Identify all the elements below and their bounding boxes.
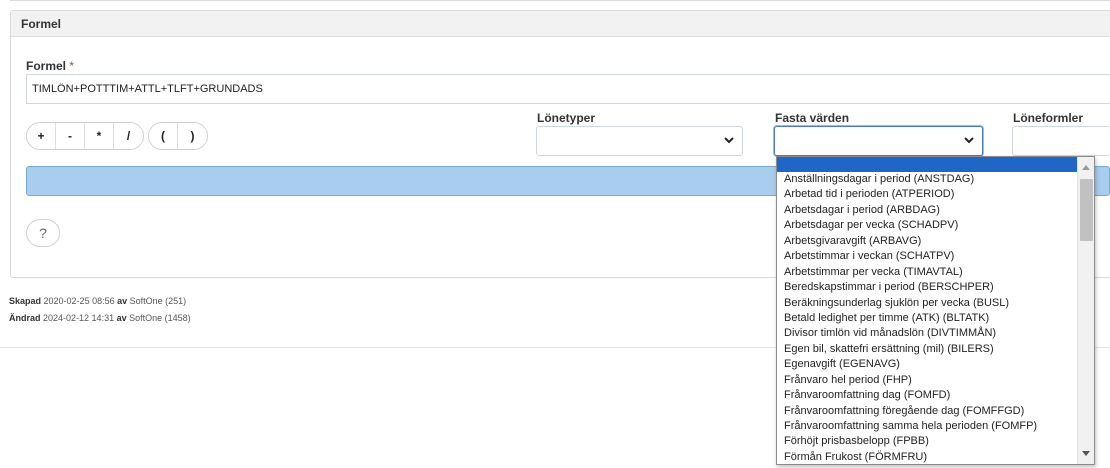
scroll-down-icon[interactable] bbox=[1082, 451, 1090, 456]
dropdown-scrollbar[interactable] bbox=[1077, 157, 1094, 464]
minus-button[interactable]: - bbox=[56, 123, 85, 149]
required-marker: * bbox=[69, 59, 75, 73]
dropdown-option[interactable]: Frånvaroomfattning föregående dag (FOMFF… bbox=[777, 404, 1077, 419]
dropdown-option[interactable]: Frånvaroomfattning dag (FOMFD) bbox=[777, 388, 1077, 403]
panel-title: Formel bbox=[11, 11, 1110, 37]
scroll-thumb[interactable] bbox=[1080, 179, 1093, 241]
formula-label: Formel * bbox=[26, 59, 75, 73]
dropdown-option[interactable]: Arbetstimmar i veckan (SCHATPV) bbox=[777, 249, 1077, 264]
scroll-up-icon[interactable] bbox=[1082, 165, 1090, 170]
plus-button[interactable]: + bbox=[27, 123, 56, 149]
dropdown-option[interactable]: Egen bil, skattefri ersättning (mil) (BI… bbox=[777, 342, 1077, 357]
dropdown-option[interactable]: Frånvaroomfattning samma hela perioden (… bbox=[777, 419, 1077, 434]
dropdown-option[interactable]: Frånvaro hel period (FHP) bbox=[777, 373, 1077, 388]
chevron-down-icon bbox=[964, 137, 974, 144]
divide-button[interactable]: / bbox=[114, 123, 143, 149]
dropdown-option[interactable]: Anställningsdagar i period (ANSTDAG) bbox=[777, 172, 1077, 187]
dropdown-option[interactable]: Arbetsgivaravgift (ARBAVG) bbox=[777, 234, 1077, 249]
fasta-varden-label: Fasta värden bbox=[775, 111, 850, 125]
dropdown-option[interactable]: Arbetsdagar i period (ARBDAG) bbox=[777, 203, 1077, 218]
dropdown-list: Anställningsdagar i period (ANSTDAG) Arbe… bbox=[777, 157, 1077, 464]
operator-group: + - * / bbox=[26, 122, 144, 150]
lonetyper-label: Lönetyper bbox=[537, 111, 596, 125]
lonetyper-select[interactable] bbox=[536, 126, 743, 156]
top-strip bbox=[0, 0, 1110, 8]
created-info: Skapad 2020-02-25 08:56 av SoftOne (251) bbox=[9, 296, 187, 306]
modified-info: Ändrad 2024-02-12 14:31 av SoftOne (1458… bbox=[9, 313, 191, 323]
dropdown-option[interactable]: Arbetad tid i perioden (ATPERIOD) bbox=[777, 187, 1077, 202]
close-paren-button[interactable]: ) bbox=[178, 123, 207, 149]
dropdown-option[interactable]: Förhöjt prisbasbelopp (FPBB) bbox=[777, 434, 1077, 449]
dropdown-option[interactable]: Förmån Frukost (FÖRMFRU) bbox=[777, 450, 1077, 464]
dropdown-option[interactable]: Arbetstimmar per vecka (TIMAVTAL) bbox=[777, 265, 1077, 280]
dropdown-option[interactable]: Arbetsdagar per vecka (SCHADPV) bbox=[777, 218, 1077, 233]
dropdown-option[interactable]: Divisor timlön vid månadslön (DIVTIMMÅN) bbox=[777, 326, 1077, 341]
dropdown-option[interactable]: Beräkningsunderlag sjuklön per vecka (BU… bbox=[777, 296, 1077, 311]
dropdown-highlighted-option[interactable] bbox=[777, 157, 1077, 172]
fasta-varden-select[interactable] bbox=[774, 126, 983, 156]
paren-group: ( ) bbox=[148, 122, 208, 150]
loneformler-select[interactable] bbox=[1012, 126, 1110, 156]
multiply-button[interactable]: * bbox=[85, 123, 114, 149]
chevron-down-icon bbox=[724, 137, 734, 144]
loneformler-label: Löneformler bbox=[1013, 111, 1084, 125]
dropdown-option[interactable]: Egenavgift (EGENAVG) bbox=[777, 357, 1077, 372]
formula-input[interactable] bbox=[26, 74, 1110, 104]
fasta-varden-dropdown: Anställningsdagar i period (ANSTDAG) Arbe… bbox=[776, 156, 1095, 465]
open-paren-button[interactable]: ( bbox=[149, 123, 178, 149]
dropdown-option[interactable]: Betald ledighet per timme (ATK) (BLTATK) bbox=[777, 311, 1077, 326]
help-button[interactable]: ? bbox=[26, 219, 60, 247]
dropdown-option[interactable]: Beredskapstimmar i period (BERSCHPER) bbox=[777, 280, 1077, 295]
